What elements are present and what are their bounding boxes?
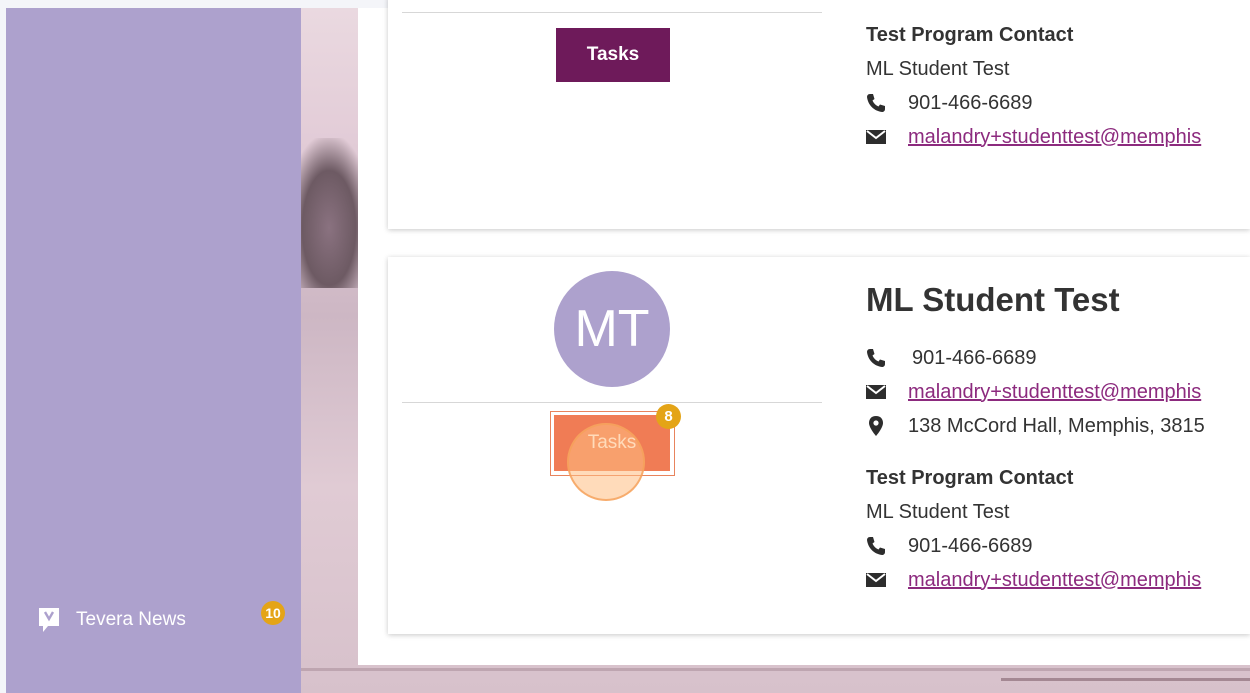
program-contact-phone-row: 901-466-6689 bbox=[866, 529, 1205, 563]
program-contact-phone: 901-466-6689 bbox=[908, 91, 1033, 114]
envelope-icon bbox=[866, 573, 886, 587]
program-contact-name: ML Student Test bbox=[866, 57, 1010, 80]
main-panel: Tasks Test Program Contact ML Student Te… bbox=[358, 0, 1250, 665]
envelope-icon bbox=[866, 385, 886, 399]
student-email-row: malandry+studenttest@memphis bbox=[866, 375, 1205, 409]
sidebar: Tevera News 10 bbox=[6, 8, 301, 693]
click-indicator bbox=[567, 423, 645, 501]
student-email-link[interactable]: malandry+studenttest@memphis bbox=[908, 381, 1201, 404]
program-contact-name: ML Student Test bbox=[866, 500, 1010, 523]
program-contact-email-link[interactable]: malandry+studenttest@memphis bbox=[908, 569, 1201, 592]
divider bbox=[402, 12, 822, 13]
background-water bbox=[1001, 678, 1250, 681]
program-contact-email-row: malandry+studenttest@memphis bbox=[866, 120, 1201, 154]
phone-icon bbox=[867, 94, 885, 112]
student-name: ML Student Test bbox=[866, 281, 1120, 318]
tasks-button[interactable]: Tasks bbox=[556, 28, 670, 82]
student-address: 138 McCord Hall, Memphis, 3815 bbox=[908, 414, 1205, 437]
program-contact-phone-row: 901-466-6689 bbox=[866, 86, 1201, 120]
news-count-badge: 10 bbox=[261, 601, 285, 625]
phone-icon bbox=[867, 537, 885, 555]
sidebar-item-label: Tevera News bbox=[76, 609, 186, 630]
divider bbox=[402, 402, 822, 403]
tasks-count-badge: 8 bbox=[656, 404, 681, 429]
student-phone-row: 901-466-6689 bbox=[866, 341, 1205, 375]
student-card: MT Tasks 8 ML Student Test 901-466-6689 … bbox=[388, 257, 1250, 634]
avatar: MT bbox=[554, 271, 670, 387]
background-water bbox=[301, 668, 1250, 671]
program-contact-email-link[interactable]: malandry+studenttest@memphis bbox=[908, 126, 1201, 149]
contact-card: Tasks Test Program Contact ML Student Te… bbox=[388, 0, 1250, 229]
phone-icon bbox=[867, 349, 885, 367]
news-flag-icon bbox=[39, 608, 59, 632]
program-contact-email-row: malandry+studenttest@memphis bbox=[866, 563, 1205, 597]
student-address-row: 138 McCord Hall, Memphis, 3815 bbox=[866, 409, 1205, 443]
sidebar-item-tevera-news[interactable]: Tevera News bbox=[38, 606, 186, 634]
program-contact-heading: Test Program Contact bbox=[866, 23, 1074, 46]
envelope-icon bbox=[866, 130, 886, 144]
program-contact: Test Program Contact ML Student Test 901… bbox=[866, 18, 1201, 154]
student-info: ML Student Test 901-466-6689 malandry+st… bbox=[866, 281, 1205, 597]
program-contact-phone: 901-466-6689 bbox=[908, 534, 1033, 557]
program-contact-heading: Test Program Contact bbox=[866, 466, 1074, 489]
map-pin-icon bbox=[869, 416, 883, 436]
student-phone: 901-466-6689 bbox=[912, 346, 1037, 369]
